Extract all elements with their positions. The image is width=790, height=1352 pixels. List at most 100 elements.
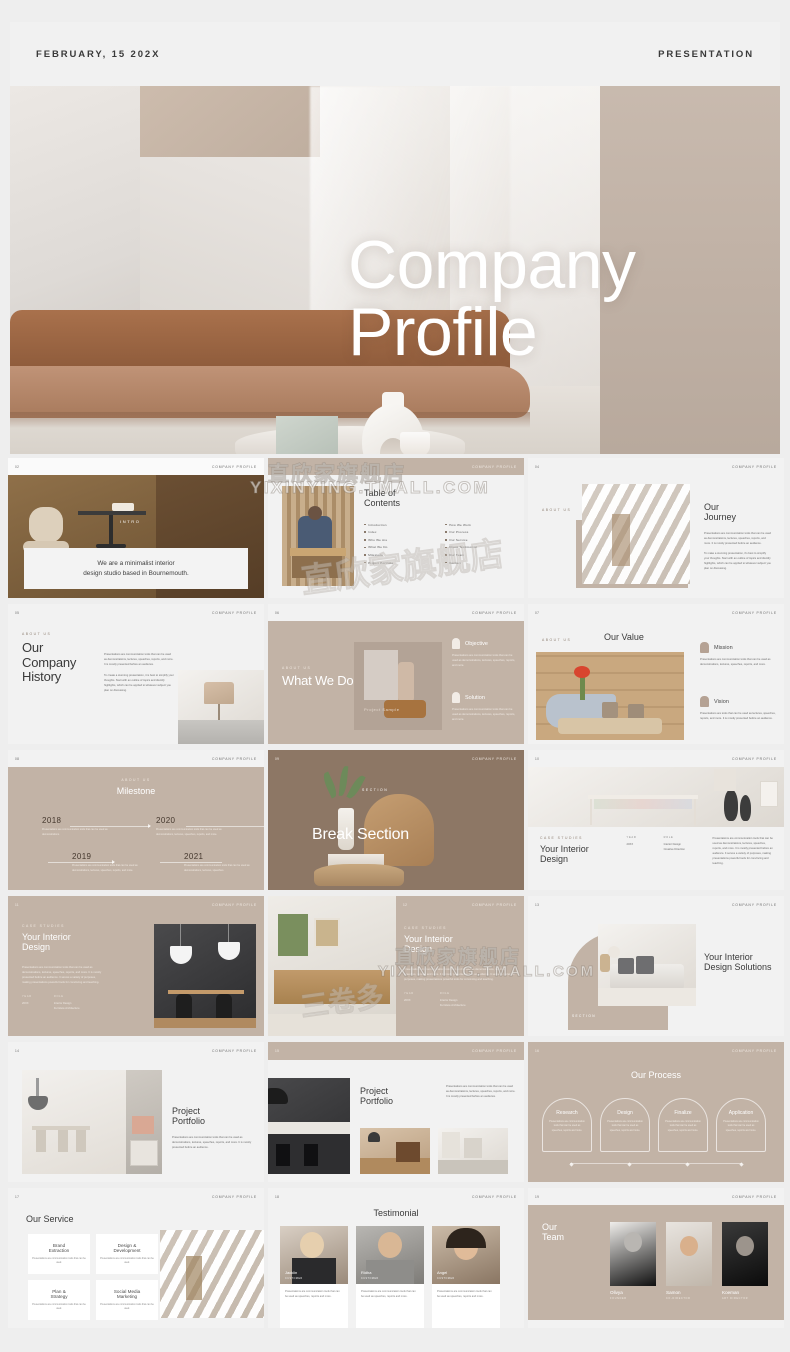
- history-title-block: ABOUT US Our Company History: [22, 632, 76, 685]
- year-label: YEAR: [626, 836, 637, 839]
- intro-line1: We are a minimalist interior: [97, 559, 175, 567]
- what-we-do-eyebrow: ABOUT US: [282, 666, 312, 670]
- slide-number: 04: [535, 464, 540, 469]
- service-card[interactable]: Design & Development Presentations are co…: [96, 1234, 158, 1274]
- slide-thumb-our-journey[interactable]: 04 COMPANY PROFILE ABOUT US Our Journey …: [528, 458, 784, 598]
- slide-header: 04 COMPANY PROFILE: [528, 458, 784, 475]
- slide-header: 12 COMPANY PROFILE: [396, 896, 524, 913]
- objective-title: Objective: [465, 640, 488, 647]
- slide-number: 19: [535, 1194, 540, 1199]
- presentation-preview-page: FEBRUARY, 15 202X PRESENTATION Company P…: [0, 0, 790, 1352]
- slide-header: 02 COMPANY PROFILE: [8, 458, 264, 475]
- team-member[interactable]: Koeman ART DIRECTOR: [722, 1222, 768, 1300]
- history-title-line1: Our: [22, 640, 44, 655]
- slide-thumb-intro[interactable]: 02 COMPANY PROFILE INTRO We are a minima…: [8, 458, 264, 598]
- role-label: ROLE: [663, 836, 674, 839]
- milestone-eyebrow: ABOUT US: [121, 778, 151, 782]
- hero-cover-slide[interactable]: Company Profile: [10, 86, 780, 454]
- service-card[interactable]: Plan & Strategy Presentations are communi…: [28, 1280, 90, 1320]
- slide-thumb-project-portfolio-1[interactable]: 14 COMPANY PROFILE Project Portfolio Pre…: [8, 1042, 264, 1182]
- toc-item: Our Process: [445, 530, 512, 534]
- portfolio-photo: [22, 1070, 162, 1174]
- milestone-year: 2021: [184, 852, 204, 861]
- team-member[interactable]: Samon CO-DIRECTOR: [666, 1222, 712, 1300]
- toc-title: Table of Contents: [364, 488, 512, 509]
- process-step-name: Finalize: [674, 1110, 692, 1116]
- slide-brand: COMPANY PROFILE: [211, 756, 257, 761]
- slide-header: 13 COMPANY PROFILE: [528, 896, 784, 913]
- slide-number: 11: [15, 902, 20, 907]
- slide-number: 07: [535, 610, 540, 615]
- mission-block: Mission Presentations are communication …: [700, 642, 776, 667]
- slide-thumb-case-study-1[interactable]: 10 COMPANY PROFILE CASE STUDIES Your Int…: [528, 750, 784, 890]
- testimonial-card[interactable]: Ridha CUSTOMER Presentations are communi…: [356, 1226, 424, 1328]
- slide-thumb-our-process[interactable]: 16 COMPANY PROFILE Our Process Research …: [528, 1042, 784, 1182]
- slide-thumb-case-study-2[interactable]: 11 COMPANY PROFILE CASE STUDIES Your Int…: [8, 896, 264, 1036]
- slide-header: 15 COMPANY PROFILE: [268, 1042, 524, 1059]
- slide-thumb-testimonial[interactable]: 18 COMPANY PROFILE Testimonial Jacklin C…: [268, 1188, 524, 1328]
- case-study-title-line2: Design: [540, 854, 569, 865]
- slide-thumb-case-study-3[interactable]: 12 COMPANY PROFILE CASE STUDIES Your Int…: [268, 896, 524, 1036]
- service-title-line1: Plan &: [52, 1288, 66, 1294]
- service-card[interactable]: Social Media Marketing Presentations are …: [96, 1280, 158, 1320]
- history-title-line2: Company: [22, 654, 77, 670]
- testimonial-card[interactable]: Angel CUSTOMER Presentations are communi…: [432, 1226, 500, 1328]
- objective-body: Presentations are communication tools th…: [452, 654, 516, 667]
- slide-thumb-company-history[interactable]: 05 COMPANY PROFILE ABOUT US Our Company …: [8, 604, 264, 744]
- slide-header: 11 COMPANY PROFILE: [8, 896, 264, 913]
- slide-number: 14: [15, 1048, 20, 1053]
- testimonial-card[interactable]: Jacklin CUSTOMER Presentations are commu…: [280, 1226, 348, 1328]
- milestone-text: Presentations are communication tools th…: [184, 864, 250, 872]
- slide-brand: COMPANY PROFILE: [211, 902, 257, 907]
- process-timeline: [570, 1163, 742, 1164]
- case-study-3-text: CASE STUDIES Your Interior Design Presen…: [404, 926, 516, 1008]
- process-step-text: Presentations are communication tools th…: [723, 1120, 759, 1132]
- testimonial-avatar: Ridha CUSTOMER: [356, 1226, 424, 1284]
- slide-thumb-our-service[interactable]: 17 COMPANY PROFILE Our Service Brand Extr…: [8, 1188, 264, 1328]
- milestone-entry: 2019 Presentations are communication too…: [72, 852, 172, 873]
- bullet-icon: [445, 539, 447, 541]
- slide-row-6: 17 COMPANY PROFILE Our Service Brand Extr…: [8, 1188, 784, 1328]
- process-step: Application Presentations are communicat…: [716, 1098, 766, 1152]
- team-title-line1: Our: [542, 1222, 558, 1232]
- journey-title: Our Journey: [704, 502, 772, 523]
- slide-thumb-design-solutions[interactable]: 13 COMPANY PROFILE SECTION Your Interior…: [528, 896, 784, 1036]
- milestone-text: Presentations are communication tools th…: [72, 864, 138, 872]
- mission-body: Presentations are communication tools th…: [700, 658, 771, 666]
- slide-thumb-milestone[interactable]: 08 COMPANY PROFILE ABOUT US Milestone 20…: [8, 750, 264, 890]
- service-text: Presentations are communication tools th…: [32, 1303, 86, 1311]
- journey-paragraph-1: Presentations are communication tools th…: [704, 531, 771, 545]
- history-title-line3: History: [22, 669, 62, 685]
- team-avatar: [722, 1222, 768, 1286]
- slide-number: 09: [275, 756, 280, 761]
- toc-item: Our Team: [445, 553, 512, 557]
- journey-title-line2: Journey: [704, 512, 737, 523]
- slide-thumb-table-of-contents[interactable]: 03 COMPANY PROFILE Table of Contents Int…: [268, 458, 524, 598]
- milestone-year: 2019: [72, 852, 92, 861]
- bullet-icon: [364, 531, 366, 534]
- slide-thumb-our-team[interactable]: 19 COMPANY PROFILE Our Team Olivya FOUND…: [528, 1188, 784, 1328]
- year-label: YEAR: [404, 991, 414, 995]
- slide-number: 17: [15, 1194, 20, 1199]
- service-card[interactable]: Brand Extraction Presentations are commun…: [28, 1234, 90, 1274]
- history-lamp-photo: [178, 670, 264, 744]
- process-steps: Research Presentations are communication…: [542, 1098, 766, 1152]
- toc-item: Our Service: [445, 538, 512, 542]
- slide-thumb-project-portfolio-2[interactable]: 15 COMPANY PROFILE Project Portfolio Pre…: [268, 1042, 524, 1182]
- objective-block: Objective Presentations are communicatio…: [452, 638, 516, 668]
- slide-header: 06 COMPANY PROFILE: [268, 604, 524, 621]
- slide-number: 18: [275, 1194, 280, 1199]
- slide-header: 07 COMPANY PROFILE: [528, 604, 784, 621]
- slide-thumb-what-we-do[interactable]: 06 COMPANY PROFILE Project Sample ABOUT …: [268, 604, 524, 744]
- team-member[interactable]: Olivya FOUNDER: [610, 1222, 656, 1300]
- toc-item: What We Do: [364, 545, 431, 549]
- slide-thumb-break-section[interactable]: 09 COMPANY PROFILE SECTION Break Section: [268, 750, 524, 890]
- mission-title: Mission: [714, 644, 733, 651]
- slide-thumb-our-value[interactable]: 07 COMPANY PROFILE ABOUT US Our Value Mi…: [528, 604, 784, 744]
- case-study-2-photo: [154, 924, 256, 1028]
- year-value: 20XX: [22, 1001, 29, 1005]
- journey-text-block: Our Journey Presentations are communicat…: [704, 502, 772, 571]
- slide-row-2: 05 COMPANY PROFILE ABOUT US Our Company …: [8, 604, 784, 744]
- intro-line2: design studio based in Bournemouth.: [83, 569, 189, 577]
- mission-icon: [700, 642, 709, 653]
